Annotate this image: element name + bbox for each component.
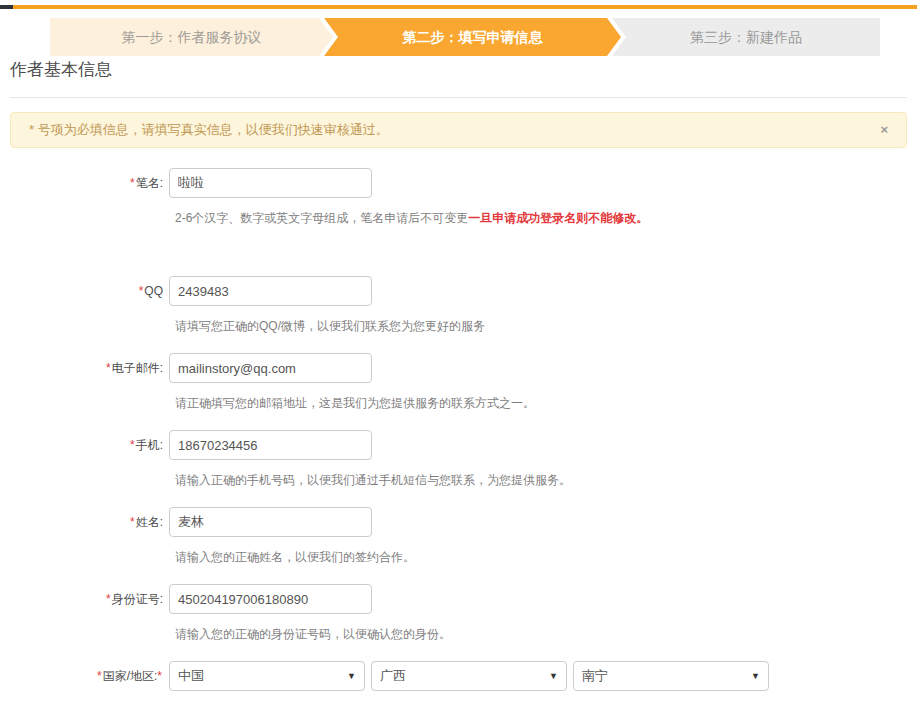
idnumber-input[interactable]: [169, 584, 372, 614]
required-asterisk: *: [130, 176, 135, 190]
penname-hint: 2-6个汉字、数字或英文字母组成，笔名申请后不可变更一旦申请成功登录名则不能修改…: [175, 211, 917, 226]
form-field-name: *姓名: 请输入您的正确姓名，以便我们的签约合作。: [0, 507, 917, 565]
email-input[interactable]: [169, 353, 372, 383]
mobile-label: *手机:: [0, 430, 169, 460]
required-asterisk: *: [130, 515, 135, 529]
province-select[interactable]: 广西▼: [371, 661, 567, 691]
form-field-qq: *QQ 请填写您正确的QQ/微博，以便我们联系您为您更好的服务: [0, 276, 917, 334]
form-field-mobile: *手机: 请输入正确的手机号码，以便我们通过手机短信与您联系，为您提供服务。: [0, 430, 917, 488]
section-divider: [10, 97, 907, 98]
required-asterisk: *: [97, 669, 102, 683]
city-select[interactable]: 南宁▼: [573, 661, 769, 691]
top-accent-dark-segment: [0, 5, 13, 9]
close-icon[interactable]: ×: [880, 113, 888, 147]
required-asterisk: *: [106, 361, 111, 375]
name-hint: 请输入您的正确姓名，以便我们的签约合作。: [175, 550, 917, 565]
required-asterisk: *: [130, 438, 135, 452]
page-title: 作者基本信息: [10, 58, 112, 81]
notice-bar: × * 号项为必填信息，请填写真实信息，以便我们快速审核通过。: [10, 112, 907, 148]
form-field-penname: *笔名: 2-6个汉字、数字或英文字母组成，笔名申请后不可变更一旦申请成功登录名则…: [0, 168, 917, 226]
required-asterisk: *: [106, 592, 111, 606]
name-label: *姓名:: [0, 507, 169, 537]
chevron-down-icon: ▼: [347, 671, 356, 681]
penname-hint-warning: 一旦申请成功登录名则不能修改。: [468, 211, 648, 225]
qq-hint: 请填写您正确的QQ/微博，以便我们联系您为您更好的服务: [175, 319, 917, 334]
country-select[interactable]: 中国▼: [169, 661, 365, 691]
chevron-down-icon: ▼: [549, 671, 558, 681]
penname-input[interactable]: [169, 168, 372, 198]
email-hint: 请正确填写您的邮箱地址，这是我们为您提供服务的联系方式之一。: [175, 396, 917, 411]
required-asterisk: *: [139, 284, 144, 298]
penname-label: *笔名:: [0, 168, 169, 198]
top-accent-bar: [0, 5, 917, 9]
stepper-step-1: 第一步：作者服务协议: [50, 18, 333, 56]
region-label: *国家/地区:*: [0, 661, 169, 691]
form-field-idnumber: *身份证号: 请输入您的正确的身份证号码，以便确认您的身份。: [0, 584, 917, 642]
form-field-email: *电子邮件: 请正确填写您的邮箱地址，这是我们为您提供服务的联系方式之一。: [0, 353, 917, 411]
name-input[interactable]: [169, 507, 372, 537]
stepper-step-3: 第三步：新建作品: [612, 18, 880, 56]
wizard-stepper: 第一步：作者服务协议第二步：填写申请信息第三步：新建作品: [50, 18, 880, 56]
required-asterisk-suffix: *: [157, 669, 162, 683]
chevron-down-icon: ▼: [751, 671, 760, 681]
qq-label: *QQ: [0, 276, 169, 306]
form-field-region: *国家/地区:*中国▼广西▼南宁▼: [0, 661, 917, 691]
mobile-hint: 请输入正确的手机号码，以便我们通过手机短信与您联系，为您提供服务。: [175, 473, 917, 488]
notice-text: * 号项为必填信息，请填写真实信息，以便我们快速审核通过。: [29, 122, 389, 137]
qq-input[interactable]: [169, 276, 372, 306]
author-info-form: *笔名: 2-6个汉字、数字或英文字母组成，笔名申请后不可变更一旦申请成功登录名则…: [0, 168, 917, 706]
mobile-input[interactable]: [169, 430, 372, 460]
idnumber-hint: 请输入您的正确的身份证号码，以便确认您的身份。: [175, 627, 917, 642]
email-label: *电子邮件:: [0, 353, 169, 383]
stepper-step-2: 第二步：填写申请信息: [324, 18, 621, 56]
idnumber-label: *身份证号:: [0, 584, 169, 614]
